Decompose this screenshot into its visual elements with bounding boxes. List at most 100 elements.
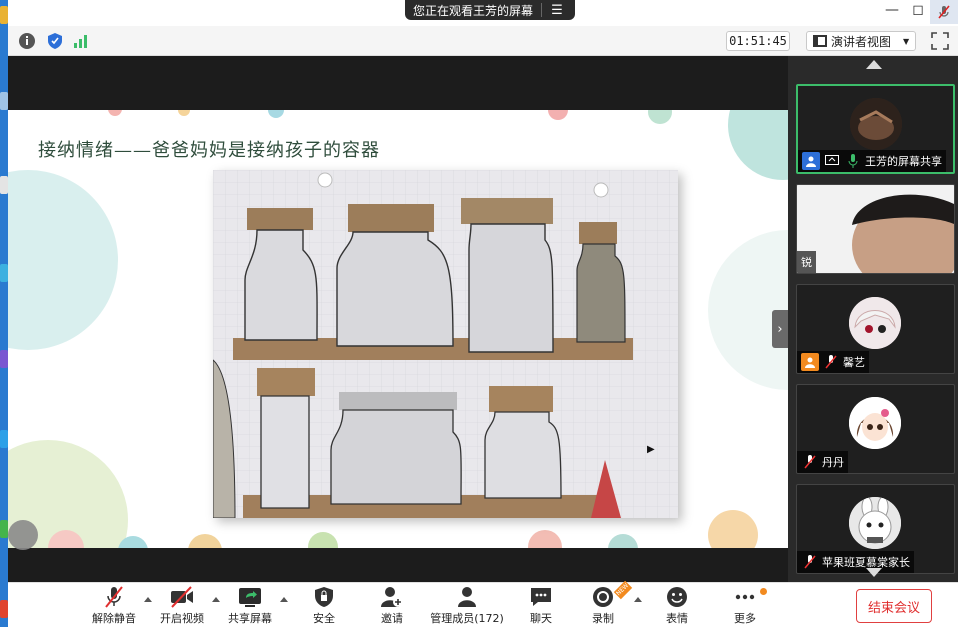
participant-tile[interactable]: 锐	[796, 184, 955, 274]
meeting-timer: 01:51:45	[726, 31, 790, 51]
share-screen-label: 共享屏幕	[228, 612, 272, 625]
end-meeting-button[interactable]: 结束会议	[856, 589, 932, 623]
unmute-button[interactable]: 解除静音	[79, 585, 149, 627]
desktop-icon	[0, 6, 8, 24]
more-button[interactable]: 更多	[710, 585, 780, 627]
participant-tile[interactable]: 苹果班夏慕棠家长	[796, 484, 955, 574]
participant-name-bar: 馨艺	[797, 351, 869, 373]
gallery-scroll-down-icon[interactable]	[866, 568, 882, 577]
minimize-icon[interactable]: —	[880, 2, 904, 22]
chat-icon	[531, 588, 551, 606]
reactions-button[interactable]: 表情	[642, 585, 712, 627]
shield-icon	[315, 587, 333, 607]
view-mode-dropdown[interactable]: 演讲者视图 ▼	[806, 31, 916, 51]
title-bar: 您正在观看王芳的屏幕 ☰ — ◻	[8, 0, 958, 26]
record-options-caret[interactable]	[634, 597, 642, 602]
reactions-label: 表情	[666, 612, 688, 625]
decor-dot	[528, 530, 562, 548]
participant-tile[interactable]: 丹丹	[796, 384, 955, 474]
shared-screen-area: 接纳情绪——爸爸妈妈是接纳孩子的容器 ▶ ›	[8, 56, 788, 582]
jars-photo	[213, 170, 678, 518]
view-mode-label: 演讲者视图	[831, 34, 892, 49]
decor-dot	[608, 534, 638, 548]
person-icon	[801, 353, 819, 371]
mic-muted-icon	[801, 553, 819, 571]
menu-icon[interactable]: ☰	[542, 3, 572, 18]
mic-muted-icon	[801, 453, 819, 471]
participant-name: 王芳的屏幕共享	[865, 155, 942, 168]
screen-share-icon	[823, 152, 841, 170]
mic-muted-icon	[822, 353, 840, 371]
notification-dot	[760, 588, 767, 595]
gallery-scroll-up-icon[interactable]	[866, 60, 882, 69]
avatar	[849, 397, 901, 449]
security-button[interactable]: 安全	[289, 585, 359, 627]
start-video-button[interactable]: 开启视频	[147, 585, 217, 627]
decor-dot	[708, 510, 758, 548]
layout-icon	[813, 35, 827, 47]
collapse-gallery-button[interactable]: ›	[772, 310, 788, 348]
info-icon[interactable]	[18, 32, 36, 50]
avatar	[849, 297, 901, 349]
viewing-text: 您正在观看王芳的屏幕	[413, 3, 534, 18]
floating-menu-widget[interactable]	[8, 520, 38, 550]
participant-name: 锐	[801, 256, 812, 269]
participants-icon	[458, 587, 476, 607]
invite-button[interactable]: 邀请	[357, 585, 427, 627]
fullscreen-icon[interactable]	[930, 31, 950, 51]
add-user-icon	[381, 587, 403, 607]
mic-on-icon	[844, 152, 862, 170]
desktop-icon	[0, 600, 8, 618]
record-label: 录制	[592, 612, 614, 625]
desktop-icon	[0, 92, 8, 110]
decor-dot	[188, 534, 222, 548]
meeting-toolbar: 解除静音 开启视频 共享屏幕 安全 邀请 管理成员(172) 聊天 录制 NEW…	[8, 580, 958, 627]
share-options-caret[interactable]	[280, 597, 288, 602]
meeting-info-bar: 01:51:45 演讲者视图 ▼	[8, 26, 958, 56]
host-icon	[802, 152, 820, 170]
chat-button[interactable]: 聊天	[506, 585, 576, 627]
smiley-icon	[667, 587, 687, 607]
signal-strength-icon[interactable]	[72, 32, 90, 50]
decor-dot	[548, 110, 568, 120]
decor-dot	[648, 110, 672, 124]
maximize-icon[interactable]: ◻	[906, 2, 930, 22]
security-shield-icon[interactable]	[46, 32, 64, 50]
chat-label: 聊天	[530, 612, 552, 625]
video-off-icon	[171, 586, 193, 608]
participants-button[interactable]: 管理成员(172)	[430, 585, 504, 627]
desktop-icon	[0, 176, 8, 194]
participant-name-bar: 苹果班夏慕棠家长	[797, 551, 914, 573]
record-icon	[593, 587, 613, 607]
decor-dot	[108, 110, 122, 116]
participant-name: 丹丹	[822, 456, 844, 469]
mic-muted-icon[interactable]	[930, 0, 958, 24]
decor-circle	[8, 170, 118, 350]
share-screen-button[interactable]: 共享屏幕	[215, 585, 285, 627]
decor-dot	[308, 532, 338, 548]
desktop-icon	[0, 520, 8, 538]
chevron-down-icon: ▼	[903, 36, 910, 46]
participant-name-bar: 丹丹	[797, 451, 848, 473]
decor-dot	[268, 110, 284, 118]
participant-name: 馨艺	[843, 356, 865, 369]
unmute-label: 解除静音	[92, 612, 136, 625]
share-screen-icon	[239, 588, 261, 607]
participant-name-bar: 锐	[797, 251, 816, 273]
viewing-indicator[interactable]: 您正在观看王芳的屏幕 ☰	[405, 0, 575, 20]
avatar	[849, 497, 901, 549]
decor-circle	[728, 110, 788, 180]
desktop-strip	[0, 0, 8, 627]
more-label: 更多	[734, 612, 756, 625]
mouse-cursor-icon: ▶	[647, 444, 655, 455]
participants-label: 管理成员(172)	[430, 612, 504, 625]
mic-muted-icon	[105, 586, 123, 608]
avatar	[850, 98, 902, 150]
participant-tile[interactable]: 王芳的屏幕共享	[796, 84, 955, 174]
slide-title: 接纳情绪——爸爸妈妈是接纳孩子的容器	[38, 140, 380, 161]
desktop-icon	[0, 430, 8, 448]
decor-dot	[178, 110, 190, 116]
participant-tile[interactable]: 馨艺	[796, 284, 955, 374]
security-label: 安全	[313, 612, 335, 625]
presentation-slide: 接纳情绪——爸爸妈妈是接纳孩子的容器 ▶	[8, 110, 788, 548]
